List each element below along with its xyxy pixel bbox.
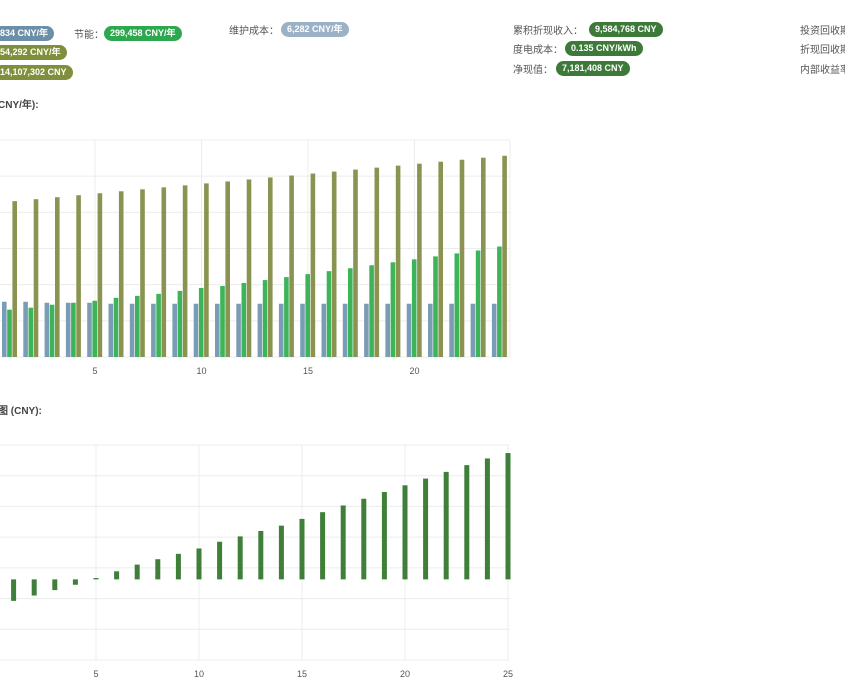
cumulative-bar xyxy=(31,579,37,596)
cumulative-cashflow-chart xyxy=(0,444,511,661)
cumulative-bar xyxy=(278,525,284,580)
cumulative-bar xyxy=(11,579,17,601)
cumulative-bar xyxy=(196,548,202,580)
chart2-x-tick: 10 xyxy=(193,669,205,679)
cumulative-bar xyxy=(155,559,161,580)
cumulative-bar xyxy=(340,505,346,580)
chart2-x-tick: 20 xyxy=(399,669,411,679)
cumulative-bar xyxy=(402,485,408,580)
cumulative-bar xyxy=(114,571,120,580)
cumulative-bar xyxy=(217,541,223,580)
cumulative-bar xyxy=(134,564,140,580)
cumulative-bar xyxy=(72,579,78,585)
cumulative-bar xyxy=(320,512,326,580)
cumulative-bar xyxy=(299,518,305,580)
cumulative-bar xyxy=(464,465,470,580)
chart2-x-tick: 25 xyxy=(502,669,514,679)
cumulative-bar xyxy=(423,478,429,580)
cumulative-bar xyxy=(505,453,511,580)
chart2-x-tick: 15 xyxy=(296,669,308,679)
cumulative-bar xyxy=(361,498,367,580)
cumulative-bar xyxy=(237,536,243,580)
cumulative-bar xyxy=(381,492,387,580)
chart2-x-tick: 5 xyxy=(93,669,99,679)
cumulative-bar xyxy=(52,579,58,591)
cumulative-bar xyxy=(258,531,264,580)
cumulative-bar xyxy=(484,458,490,580)
cumulative-bar xyxy=(93,578,99,580)
cumulative-bar xyxy=(175,553,181,580)
cumulative-bar xyxy=(443,471,449,580)
